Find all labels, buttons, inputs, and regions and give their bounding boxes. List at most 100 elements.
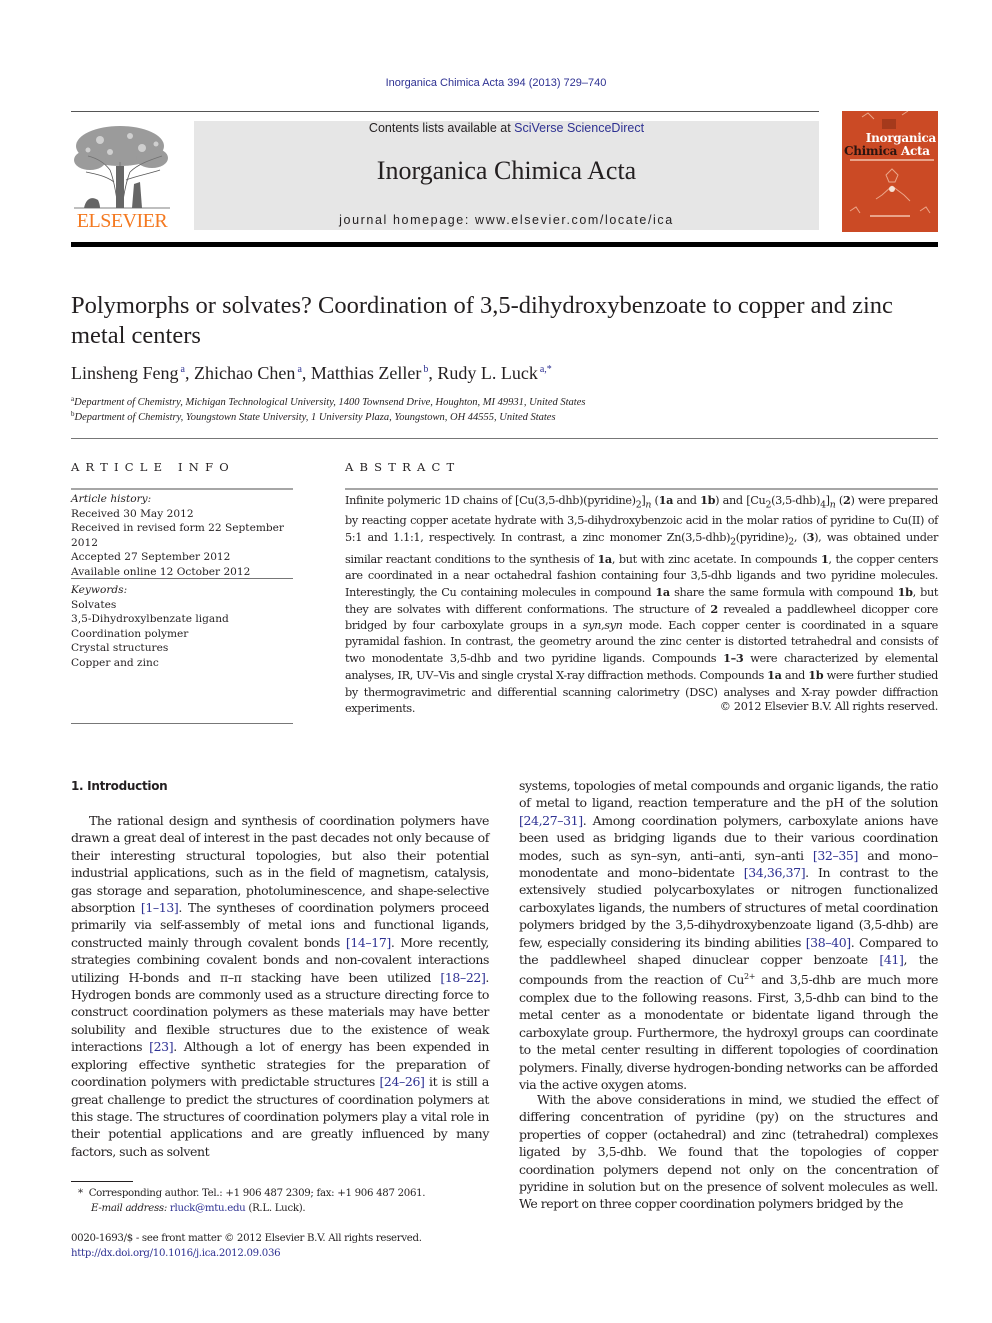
compound-label: 1b — [897, 584, 913, 599]
compound-label: 3 — [806, 530, 815, 545]
cover-title-line2: Chimica Acta — [844, 144, 936, 158]
divider — [345, 488, 938, 490]
email-suffix: (R.L. Luck). — [245, 1203, 306, 1214]
text-run: Infinite polymeric 1D chains of [Cu(3,5-… — [345, 494, 636, 507]
keyword-item: Coordination polymer — [71, 627, 189, 640]
body-column-right-paragraph-2: With the above considerations in mind, w… — [519, 1092, 938, 1212]
text-run: share the same formula with compound — [669, 585, 898, 599]
text-run: ( — [835, 494, 843, 507]
text-run: systems, topologies of metal compounds a… — [519, 778, 938, 811]
compound-label: 1b — [700, 493, 716, 507]
footnote-star: * — [78, 1188, 83, 1199]
doi-link[interactable]: http://dx.doi.org/10.1016/j.ica.2012.09.… — [71, 1248, 281, 1259]
history-item: Accepted 27 September 2012 — [71, 551, 231, 563]
affiliation-mark[interactable]: a,* — [540, 364, 552, 375]
affiliation-mark[interactable]: a — [297, 364, 301, 375]
reference-link[interactable]: [1–13] — [141, 900, 179, 915]
author-name[interactable]: Rudy L. Luck — [437, 363, 538, 383]
author-name[interactable]: Matthias Zeller — [311, 363, 421, 383]
homepage-url-link[interactable]: www.elsevier.com/locate/ica — [475, 213, 674, 227]
cover-subtitle — [850, 159, 934, 161]
author-name[interactable]: Linsheng Feng — [71, 363, 179, 383]
email-link[interactable]: rluck@mtu.edu — [170, 1203, 246, 1214]
compound-label: 2 — [710, 602, 718, 617]
sciencedirect-link[interactable]: SciVerse ScienceDirect — [514, 121, 644, 135]
history-item: Received 30 May 2012 — [71, 507, 194, 520]
compound-label: 1a — [655, 584, 670, 599]
reference-link[interactable]: [24–26] — [379, 1074, 424, 1089]
contents-availability: Contents lists available at SciVerse Sci… — [194, 121, 819, 135]
cover-title-chimica: Chimica — [844, 144, 898, 158]
compound-label: 1b — [808, 668, 824, 683]
text-run: and 3,5-dhb are much more complex due to… — [519, 972, 938, 1092]
keywords: Keywords: Solvates 3,5-Dihydroxylbenzate… — [71, 583, 301, 670]
reference-link[interactable]: [14–17] — [346, 935, 391, 950]
corresponding-author-footnote: * Corresponding author. Tel.: +1 906 487… — [78, 1186, 498, 1216]
front-matter: 0020-1693/$ - see front matter © 2012 El… — [71, 1231, 501, 1261]
text-run: and — [673, 494, 701, 507]
reference-link[interactable]: [32–35] — [813, 848, 858, 863]
divider — [71, 438, 938, 439]
reference-link[interactable]: [18–22] — [440, 970, 485, 985]
author-list: Linsheng Feng a, Zhichao Chen a, Matthias … — [71, 363, 552, 383]
reference-link[interactable]: [38–40] — [806, 935, 851, 950]
text-run: and — [781, 669, 809, 683]
affiliation-text: Department of Chemistry, Youngstown Stat… — [74, 412, 556, 423]
affiliation-b: bDepartment of Chemistry, Youngstown Sta… — [71, 410, 941, 423]
affiliation-a: aDepartment of Chemistry, Michigan Techn… — [71, 395, 941, 408]
keyword-item: Copper and zinc — [71, 656, 159, 669]
cover-title-acta: Acta — [897, 144, 930, 158]
keyword-item: 3,5-Dihydroxylbenzate ligand — [71, 613, 229, 625]
compound-label: 1–3 — [723, 651, 744, 666]
issn-line: 0020-1693/$ - see front matter © 2012 El… — [71, 1233, 422, 1244]
abstract-heading: ABSTRACT — [345, 460, 461, 474]
compound-label: 1a — [597, 551, 612, 566]
reference-link[interactable]: [23] — [149, 1039, 173, 1054]
reference-link[interactable]: [24,27–31] — [519, 813, 583, 828]
text-run: , but with zinc acetate. In compounds — [611, 552, 821, 566]
journal-cover-image[interactable]: Inorganica Chimica Acta — [842, 111, 938, 232]
header-rule — [71, 111, 819, 112]
text-run: (pyridine) — [735, 531, 789, 545]
text-run: ) and [Cu — [715, 494, 766, 507]
history-item: Received in revised form 22 September 20… — [71, 522, 284, 549]
copyright-notice: © 2012 Elsevier B.V. All rights reserved… — [719, 700, 939, 713]
history-label: Article history: — [71, 493, 152, 505]
journal-citation-link[interactable]: Inorganica Chimica Acta 394 (2013) 729–7… — [0, 77, 992, 89]
reference-link[interactable]: [41] — [879, 952, 903, 967]
affiliation-text: Department of Chemistry, Michigan Techno… — [74, 397, 586, 408]
compound-label: 1a — [658, 493, 674, 507]
article-info-heading: ARTICLE INFO — [71, 460, 235, 474]
divider — [71, 488, 293, 490]
journal-title: Inorganica Chimica Acta — [376, 156, 637, 185]
divider — [71, 723, 293, 724]
text-run: 2+ — [744, 972, 756, 982]
text-run: , ( — [793, 531, 807, 545]
abstract-text: Infinite polymeric 1D chains of [Cu(3,5-… — [345, 492, 938, 717]
journal-homepage: journal homepage: www.elsevier.com/locat… — [194, 213, 819, 227]
compound-label: 1a — [767, 668, 782, 683]
affiliation-mark[interactable]: a — [181, 364, 185, 375]
text-run: ( — [651, 494, 659, 507]
history-item: Available online 12 October 2012 — [71, 565, 251, 578]
email-label: E-mail address: — [91, 1203, 167, 1214]
text-run: (3,5-dhb) — [771, 494, 821, 507]
tree-icon — [74, 126, 170, 209]
footnote-rule — [71, 1181, 133, 1182]
author-name[interactable]: Zhichao Chen — [194, 363, 295, 383]
text-run: syn,syn — [582, 619, 623, 633]
keyword-item: Crystal structures — [71, 642, 169, 654]
cover-molecule-icon — [849, 111, 931, 217]
body-column-left: The rational design and synthesis of coo… — [71, 812, 489, 1160]
article-history: Article history: Received 30 May 2012 Re… — [71, 492, 301, 579]
section-heading-introduction: 1. Introduction — [71, 779, 168, 793]
keywords-label: Keywords: — [71, 584, 128, 596]
divider — [71, 578, 293, 579]
cover-title-line1: Inorganica — [865, 131, 937, 145]
affiliation-mark[interactable]: b — [423, 364, 428, 375]
keyword-item: Solvates — [71, 598, 117, 611]
reference-link[interactable]: [34,36,37] — [744, 865, 806, 880]
homepage-prefix: journal homepage: — [339, 213, 475, 227]
header-thick-rule — [71, 242, 938, 247]
contents-prefix: Contents lists available at — [368, 121, 515, 135]
